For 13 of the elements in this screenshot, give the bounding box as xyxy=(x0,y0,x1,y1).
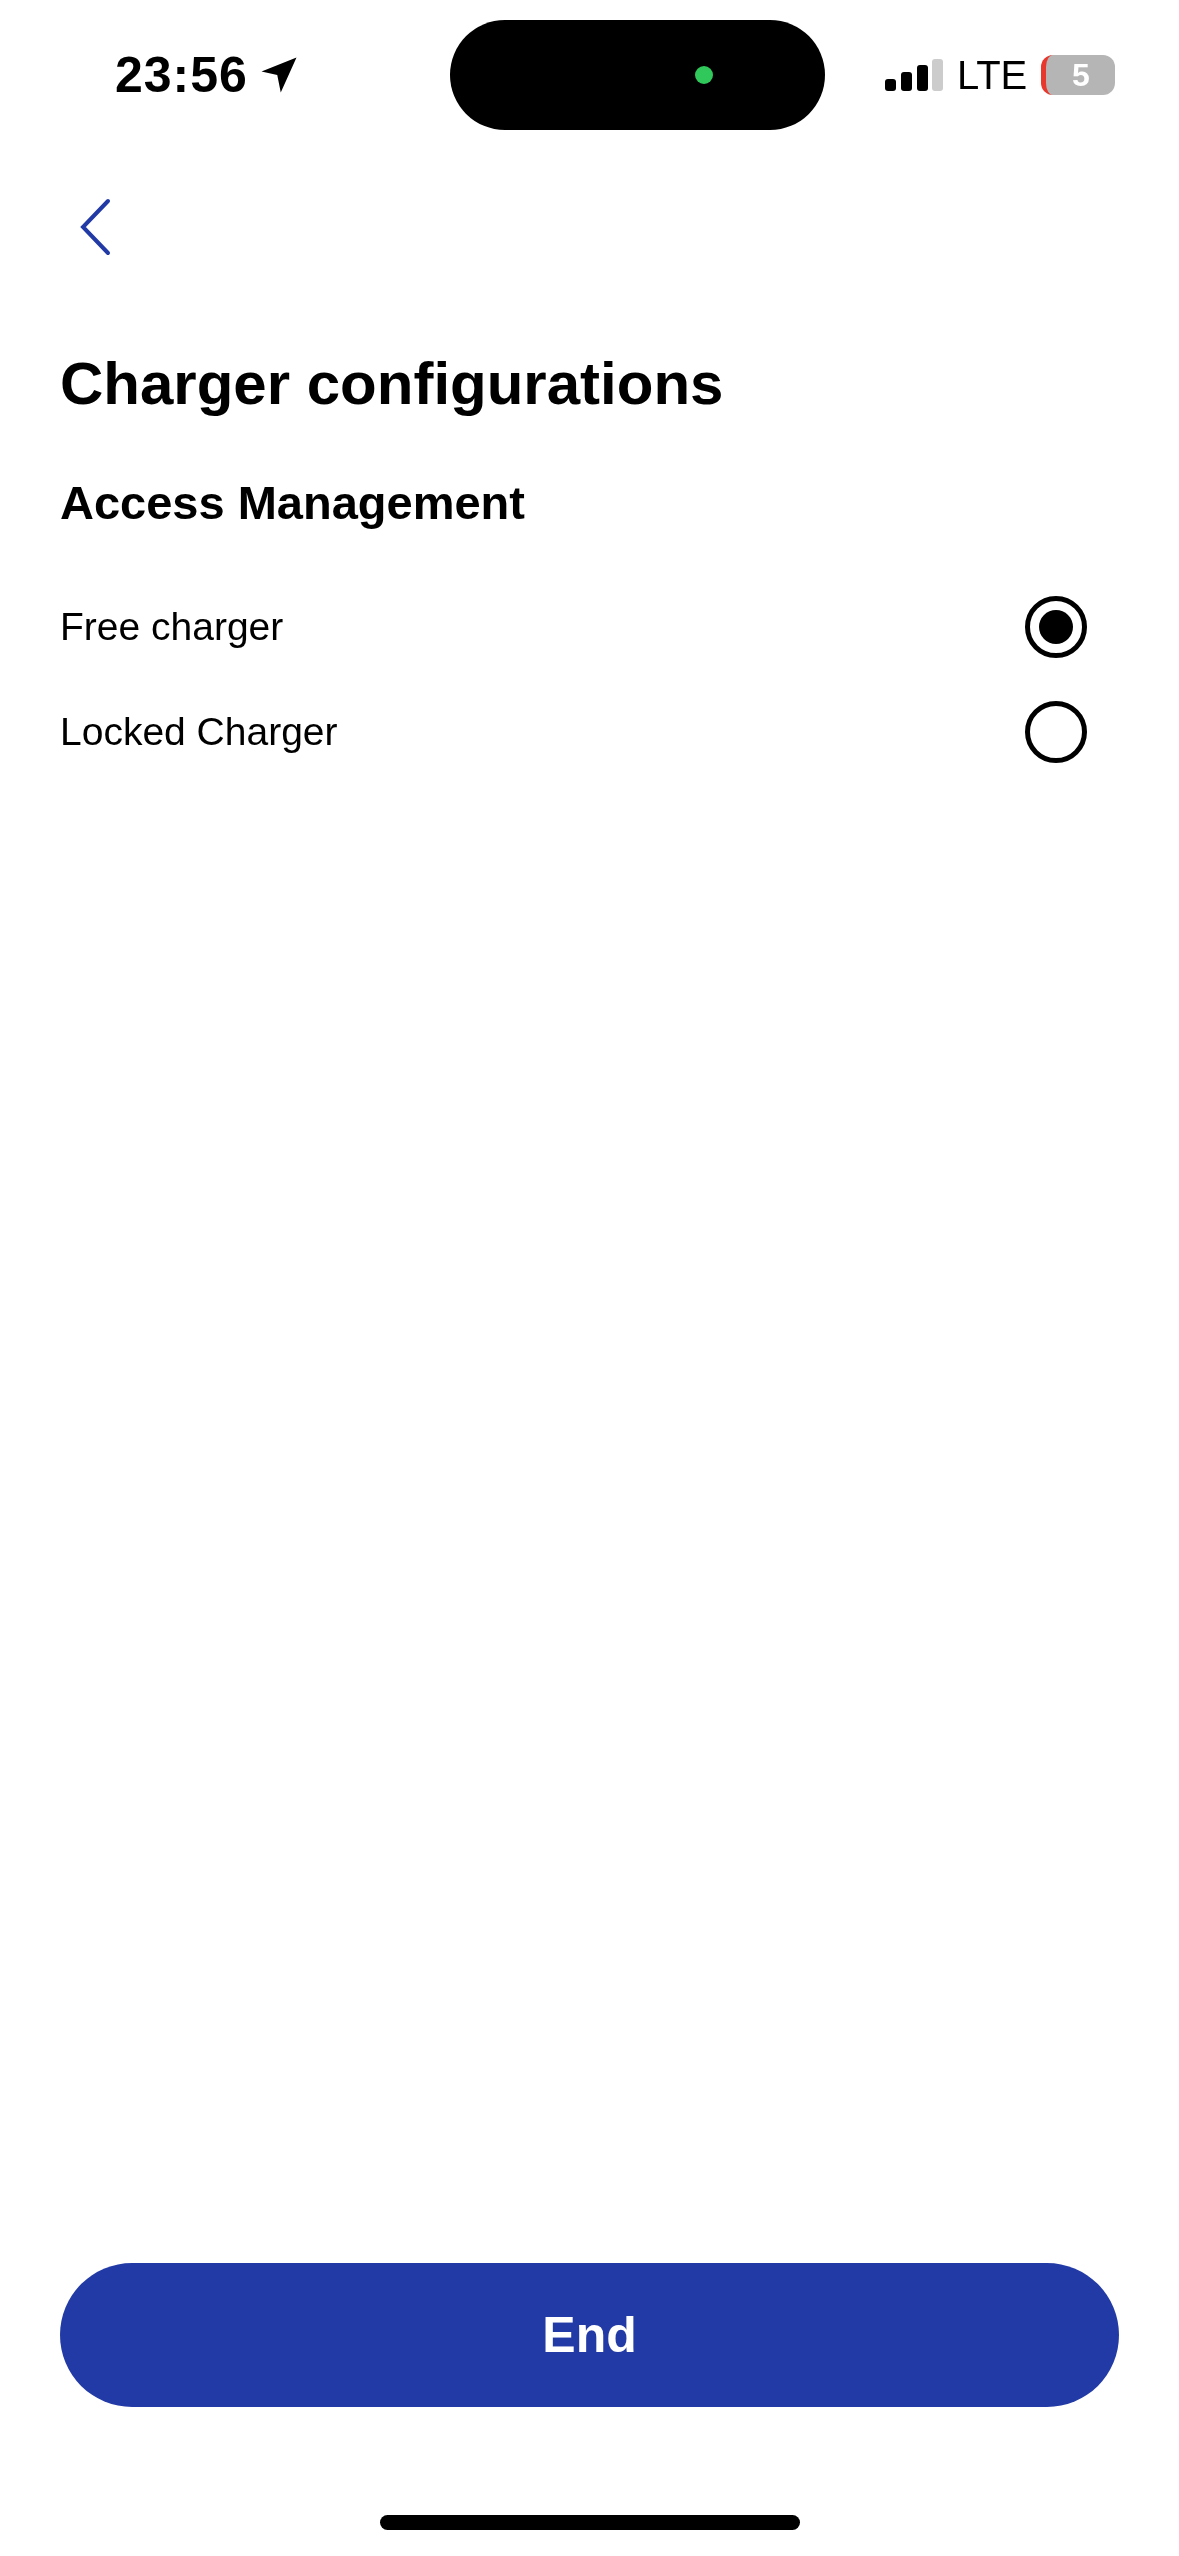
end-button[interactable]: End xyxy=(60,2263,1119,2407)
radio-button[interactable] xyxy=(1025,700,1087,763)
signal-icon xyxy=(884,59,943,91)
option-label: Free charger xyxy=(60,604,284,649)
network-type: LTE xyxy=(956,52,1028,98)
camera-indicator-dot xyxy=(694,66,713,84)
option-label: Locked Charger xyxy=(60,709,338,754)
page-title: Charger configurations xyxy=(60,349,725,419)
radio-button[interactable] xyxy=(1025,595,1087,658)
back-chevron-icon xyxy=(79,198,111,256)
section-title: Access Management xyxy=(60,475,526,531)
status-time: 23:56 xyxy=(115,46,248,104)
battery-icon: 5 xyxy=(1041,55,1116,95)
